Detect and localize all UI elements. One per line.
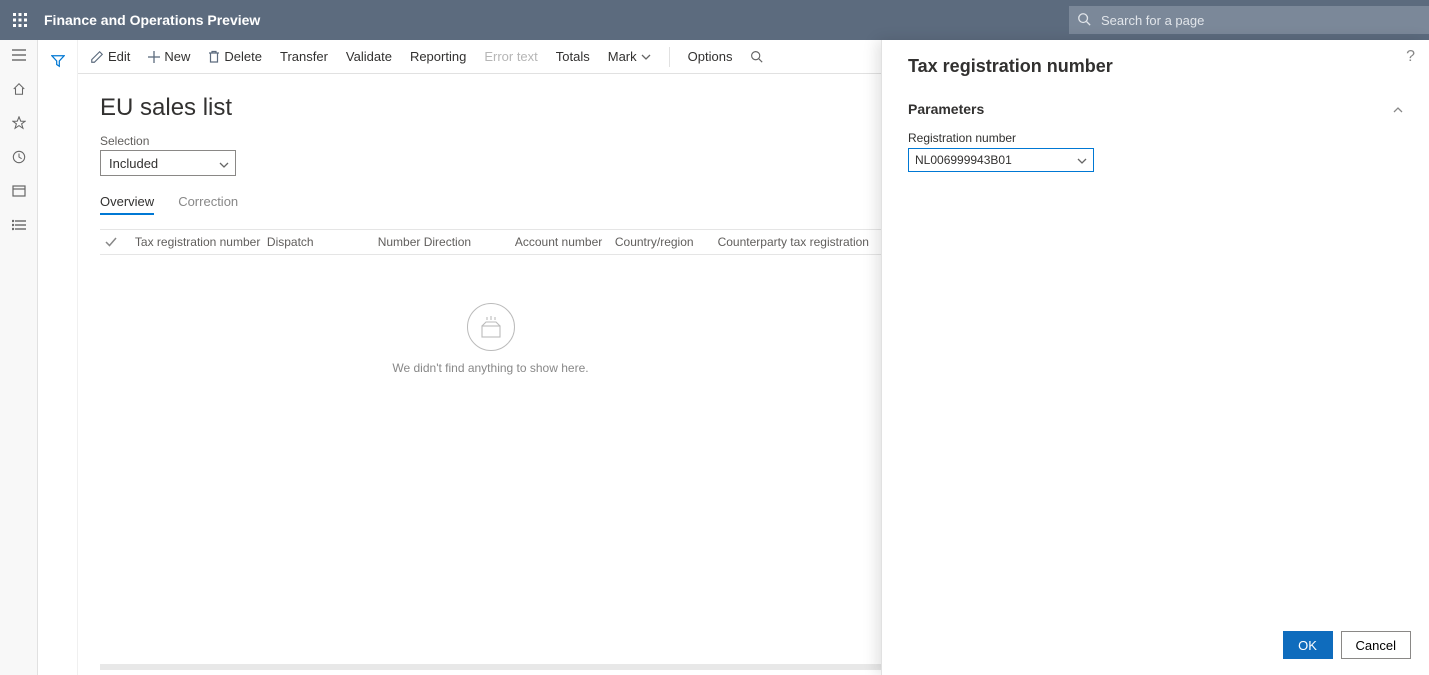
side-panel: ? Tax registration number Parameters Reg… <box>881 40 1429 675</box>
delete-label: Delete <box>224 49 262 64</box>
star-icon[interactable] <box>10 114 28 132</box>
tab-overview[interactable]: Overview <box>100 194 154 215</box>
col-counterparty[interactable]: Counterparty tax registration <box>706 235 881 249</box>
empty-illustration-icon <box>467 303 515 351</box>
new-button[interactable]: New <box>148 49 190 64</box>
page-title: EU sales list <box>100 94 881 122</box>
reporting-button[interactable]: Reporting <box>410 49 466 64</box>
horizontal-scrollbar[interactable] <box>100 664 881 670</box>
search-input[interactable] <box>1069 6 1429 34</box>
col-tax-reg[interactable]: Tax registration number <box>123 235 255 249</box>
selection-value: Included <box>109 156 158 171</box>
reporting-label: Reporting <box>410 49 466 64</box>
help-icon[interactable]: ? <box>1406 48 1415 66</box>
error-text-button: Error text <box>484 49 537 64</box>
app-title: Finance and Operations Preview <box>44 12 260 28</box>
filter-rail <box>38 40 78 675</box>
workspace-icon[interactable] <box>10 182 28 200</box>
col-country[interactable]: Country/region <box>603 235 706 249</box>
modules-icon[interactable] <box>10 216 28 234</box>
cancel-button[interactable]: Cancel <box>1341 631 1411 659</box>
empty-message: We didn't find anything to show here. <box>100 361 881 375</box>
new-label: New <box>164 49 190 64</box>
trash-icon <box>208 50 220 64</box>
selection-dropdown[interactable]: Included <box>100 150 236 176</box>
totals-label: Totals <box>556 49 590 64</box>
mark-label: Mark <box>608 49 637 64</box>
panel-title: Tax registration number <box>908 56 1403 77</box>
search-icon <box>1077 12 1091 29</box>
validate-label: Validate <box>346 49 392 64</box>
clock-icon[interactable] <box>10 148 28 166</box>
validate-button[interactable]: Validate <box>346 49 392 64</box>
separator <box>669 47 670 67</box>
action-bar: Edit New Delete Transfer Validate Report… <box>78 40 881 74</box>
col-account[interactable]: Account number <box>503 235 603 249</box>
chevron-up-icon <box>1393 102 1403 116</box>
col-dispatch[interactable]: Dispatch <box>255 235 366 249</box>
grid-empty-state: We didn't find anything to show here. <box>100 255 881 375</box>
registration-number-label: Registration number <box>908 131 1403 145</box>
parameters-section-header[interactable]: Parameters <box>908 101 1403 117</box>
delete-button[interactable]: Delete <box>208 49 262 64</box>
tab-strip: Overview Correction <box>100 194 881 215</box>
pencil-icon <box>90 50 104 64</box>
parameters-label: Parameters <box>908 101 984 117</box>
filter-icon[interactable] <box>51 54 65 71</box>
grid-header-row: Tax registration number Dispatch Number … <box>100 229 881 255</box>
edit-label: Edit <box>108 49 130 64</box>
edit-button[interactable]: Edit <box>90 49 130 64</box>
chevron-down-icon[interactable] <box>1077 153 1087 167</box>
chevron-down-icon <box>219 156 229 171</box>
nav-rail <box>0 40 38 675</box>
search-action-button[interactable] <box>750 50 763 63</box>
chevron-down-icon <box>641 54 651 60</box>
transfer-label: Transfer <box>280 49 328 64</box>
options-button[interactable]: Options <box>688 49 733 64</box>
top-header: Finance and Operations Preview <box>0 0 1429 40</box>
select-all-check-icon[interactable] <box>100 237 123 247</box>
totals-button[interactable]: Totals <box>556 49 590 64</box>
main-content: Edit New Delete Transfer Validate Report… <box>78 40 881 675</box>
mark-button[interactable]: Mark <box>608 49 651 64</box>
col-direction[interactable]: Direction <box>412 235 503 249</box>
transfer-button[interactable]: Transfer <box>280 49 328 64</box>
registration-number-input[interactable]: NL006999943B01 <box>908 148 1094 172</box>
panel-footer: OK Cancel <box>1283 631 1411 659</box>
hamburger-icon[interactable] <box>10 46 28 64</box>
tab-correction[interactable]: Correction <box>178 194 238 215</box>
home-icon[interactable] <box>10 80 28 98</box>
selection-label: Selection <box>100 134 881 148</box>
waffle-icon[interactable] <box>0 0 40 40</box>
options-label: Options <box>688 49 733 64</box>
error-text-label: Error text <box>484 49 537 64</box>
plus-icon <box>148 51 160 63</box>
ok-button[interactable]: OK <box>1283 631 1333 659</box>
col-number[interactable]: Number <box>366 235 412 249</box>
registration-number-value: NL006999943B01 <box>915 153 1012 167</box>
